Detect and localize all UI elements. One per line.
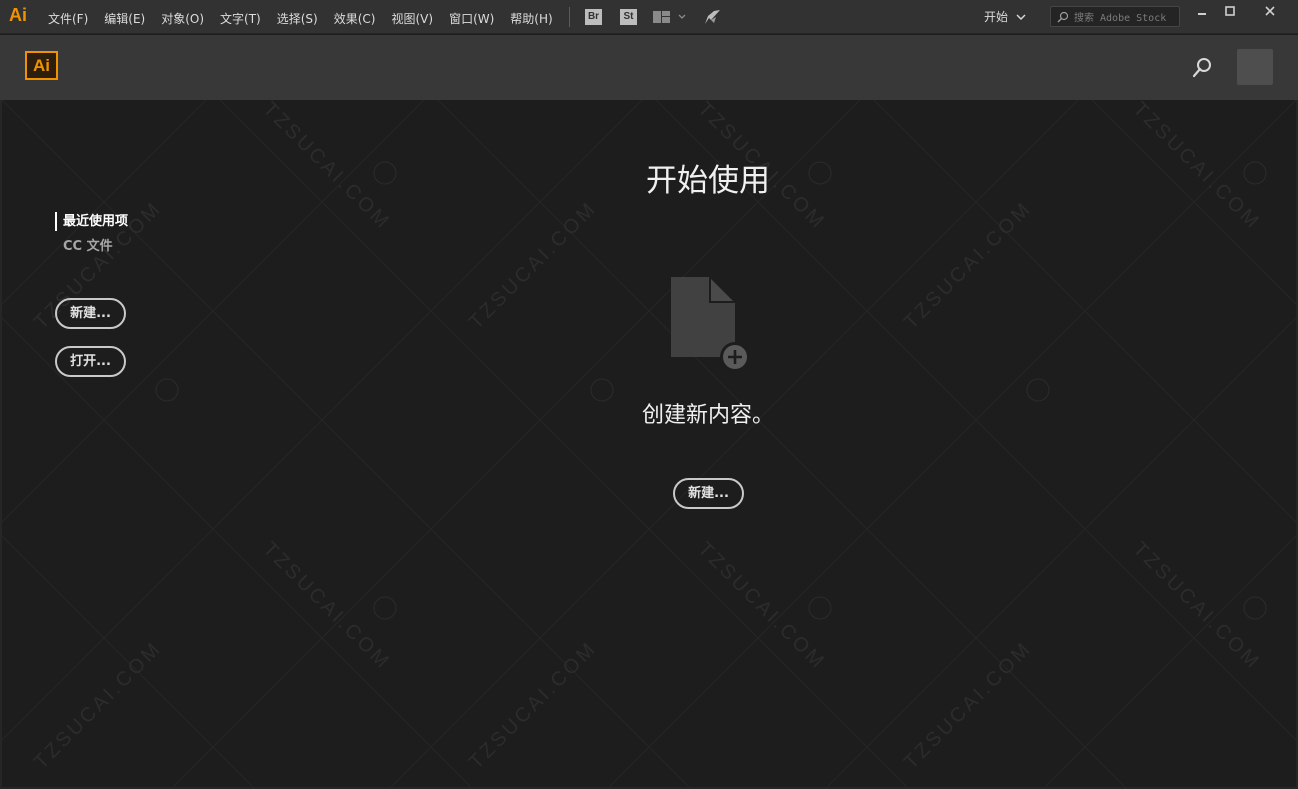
new-document-center-button[interactable]: 新建... [673,478,744,509]
svg-text:TZSUCAI.COM: TZSUCAI.COM [1128,538,1264,674]
bridge-icon[interactable]: Br [585,9,602,25]
search-icon[interactable] [1190,56,1214,80]
minimize-icon [1198,13,1206,15]
maximize-icon [1225,6,1235,16]
page-title: 开始使用 [646,163,770,199]
sidebar-item-recent[interactable]: 最近使用项 [55,212,128,231]
search-placeholder: 搜索 Adobe Stock [1074,13,1167,24]
sidebar-nav: 最近使用项 CC 文件 [55,212,128,262]
menu-window[interactable]: 窗口(W) [449,10,494,27]
menu-items: 文件(F) 编辑(E) 对象(O) 文字(T) 选择(S) 效果(C) 视图(V… [48,10,569,27]
create-new-content-text: 创建新内容。 [641,403,774,428]
arrange-documents-icon[interactable] [653,10,687,24]
open-document-button[interactable]: 打开... [55,346,126,377]
start-workspace: TZSUCAI.COM TZSUCAI.COM TZSUCAI.COM TZSU… [0,100,1298,789]
close-icon [1265,6,1275,16]
svg-text:TZSUCAI.COM: TZSUCAI.COM [465,197,601,333]
menu-file[interactable]: 文件(F) [48,10,88,27]
workspace-label: 开始 [984,10,1009,24]
menu-type[interactable]: 文字(T) [220,10,261,27]
new-document-button[interactable]: 新建... [55,298,126,329]
menu-edit[interactable]: 编辑(E) [104,10,145,27]
svg-text:TZSUCAI.COM: TZSUCAI.COM [900,637,1036,773]
menu-object[interactable]: 对象(O) [161,10,204,27]
menu-help[interactable]: 帮助(H) [510,10,552,27]
menu-divider [569,7,570,27]
menu-select[interactable]: 选择(S) [277,10,318,27]
chevron-down-icon [1016,14,1026,20]
stock-search-input[interactable]: 搜索 Adobe Stock [1050,6,1180,27]
search-icon [1057,11,1069,22]
svg-text:TZSUCAI.COM: TZSUCAI.COM [465,637,601,773]
stock-icon[interactable]: St [620,9,637,25]
workspace-switcher[interactable]: 开始 [984,8,1026,25]
svg-text:TZSUCAI.COM: TZSUCAI.COM [258,538,394,674]
maximize-button[interactable] [1213,3,1247,19]
close-button[interactable] [1250,3,1290,19]
app-logo-icon: Ai [9,5,27,25]
menu-effect[interactable]: 效果(C) [334,10,376,27]
menu-bar: Ai 文件(F) 编辑(E) 对象(O) 文字(T) 选择(S) 效果(C) 视… [0,0,1298,34]
illustrator-logo-icon: Ai [25,51,58,80]
watermark-overlay: TZSUCAI.COM TZSUCAI.COM TZSUCAI.COM TZSU… [2,100,1296,787]
menu-view[interactable]: 视图(V) [391,10,433,27]
user-avatar[interactable] [1237,49,1273,85]
svg-text:TZSUCAI.COM: TZSUCAI.COM [1128,100,1264,234]
svg-text:TZSUCAI.COM: TZSUCAI.COM [900,197,1036,333]
gpu-performance-icon[interactable] [702,7,722,27]
svg-text:TZSUCAI.COM: TZSUCAI.COM [30,637,166,773]
svg-text:TZSUCAI.COM: TZSUCAI.COM [693,538,829,674]
start-header: Ai [0,35,1298,100]
svg-text:TZSUCAI.COM: TZSUCAI.COM [258,100,394,234]
sidebar-item-cc-files[interactable]: CC 文件 [55,237,128,256]
new-document-icon [671,277,749,371]
